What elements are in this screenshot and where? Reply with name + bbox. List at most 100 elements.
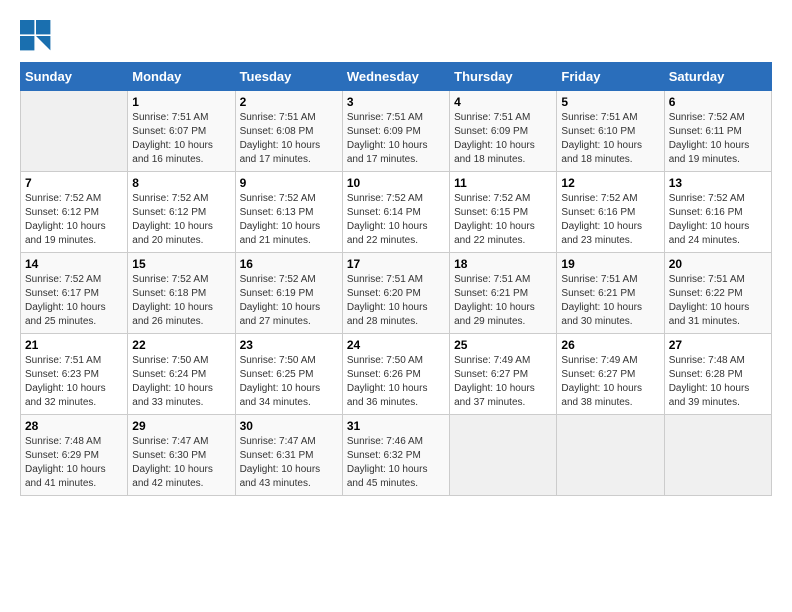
logo-icon <box>20 20 52 52</box>
day-number: 15 <box>132 257 230 271</box>
calendar-cell: 21 Sunrise: 7:51 AMSunset: 6:23 PMDayligh… <box>21 334 128 415</box>
day-info: Sunrise: 7:50 AMSunset: 6:26 PMDaylight:… <box>347 354 445 410</box>
calendar-cell: 12 Sunrise: 7:52 AMSunset: 6:16 PMDayligh… <box>557 172 664 253</box>
day-number: 4 <box>454 95 552 109</box>
calendar-cell: 11 Sunrise: 7:52 AMSunset: 6:15 PMDayligh… <box>450 172 557 253</box>
weekday-header: Monday <box>128 63 235 91</box>
day-info: Sunrise: 7:48 AMSunset: 6:28 PMDaylight:… <box>669 354 767 410</box>
day-number: 27 <box>669 338 767 352</box>
day-number: 20 <box>669 257 767 271</box>
day-number: 25 <box>454 338 552 352</box>
calendar-cell <box>21 91 128 172</box>
day-info: Sunrise: 7:51 AMSunset: 6:20 PMDaylight:… <box>347 273 445 329</box>
day-number: 8 <box>132 176 230 190</box>
day-info: Sunrise: 7:51 AMSunset: 6:10 PMDaylight:… <box>561 111 659 167</box>
day-number: 1 <box>132 95 230 109</box>
calendar-cell: 5 Sunrise: 7:51 AMSunset: 6:10 PMDaylight… <box>557 91 664 172</box>
day-info: Sunrise: 7:47 AMSunset: 6:30 PMDaylight:… <box>132 435 230 491</box>
day-number: 9 <box>240 176 338 190</box>
weekday-header: Friday <box>557 63 664 91</box>
calendar-table: SundayMondayTuesdayWednesdayThursdayFrid… <box>20 62 772 496</box>
calendar-cell: 24 Sunrise: 7:50 AMSunset: 6:26 PMDayligh… <box>342 334 449 415</box>
calendar-cell: 3Sunrise: 7:51 AMSunset: 6:09 PMDaylight… <box>342 91 449 172</box>
day-number: 12 <box>561 176 659 190</box>
calendar-cell: 20 Sunrise: 7:51 AMSunset: 6:22 PMDayligh… <box>664 253 771 334</box>
calendar-cell: 10 Sunrise: 7:52 AMSunset: 6:14 PMDayligh… <box>342 172 449 253</box>
calendar-cell <box>450 415 557 496</box>
day-info: Sunrise: 7:51 AMSunset: 6:09 PMDaylight:… <box>454 111 552 167</box>
day-info: Sunrise: 7:51 AMSunset: 6:22 PMDaylight:… <box>669 273 767 329</box>
calendar-week-row: 14 Sunrise: 7:52 AMSunset: 6:17 PMDayligh… <box>21 253 772 334</box>
calendar-cell: 27 Sunrise: 7:48 AMSunset: 6:28 PMDayligh… <box>664 334 771 415</box>
day-info: Sunrise: 7:52 AMSunset: 6:12 PMDaylight:… <box>25 192 123 248</box>
calendar-cell: 22 Sunrise: 7:50 AMSunset: 6:24 PMDayligh… <box>128 334 235 415</box>
calendar-cell: 30 Sunrise: 7:47 AMSunset: 6:31 PMDayligh… <box>235 415 342 496</box>
calendar-cell: 6Sunrise: 7:52 AMSunset: 6:11 PMDaylight… <box>664 91 771 172</box>
day-info: Sunrise: 7:51 AMSunset: 6:21 PMDaylight:… <box>561 273 659 329</box>
day-info: Sunrise: 7:52 AMSunset: 6:12 PMDaylight:… <box>132 192 230 248</box>
day-info: Sunrise: 7:52 AMSunset: 6:19 PMDaylight:… <box>240 273 338 329</box>
calendar-cell: 14 Sunrise: 7:52 AMSunset: 6:17 PMDayligh… <box>21 253 128 334</box>
calendar-cell: 16Sunrise: 7:52 AMSunset: 6:19 PMDayligh… <box>235 253 342 334</box>
weekday-header: Tuesday <box>235 63 342 91</box>
calendar-week-row: 1 Sunrise: 7:51 AMSunset: 6:07 PMDaylight… <box>21 91 772 172</box>
calendar-week-row: 21 Sunrise: 7:51 AMSunset: 6:23 PMDayligh… <box>21 334 772 415</box>
day-info: Sunrise: 7:47 AMSunset: 6:31 PMDaylight:… <box>240 435 338 491</box>
day-info: Sunrise: 7:49 AMSunset: 6:27 PMDaylight:… <box>561 354 659 410</box>
calendar-cell: 31Sunrise: 7:46 AMSunset: 6:32 PMDayligh… <box>342 415 449 496</box>
day-number: 17 <box>347 257 445 271</box>
day-number: 11 <box>454 176 552 190</box>
day-number: 23 <box>240 338 338 352</box>
weekday-header: Wednesday <box>342 63 449 91</box>
day-info: Sunrise: 7:52 AMSunset: 6:13 PMDaylight:… <box>240 192 338 248</box>
day-number: 26 <box>561 338 659 352</box>
day-info: Sunrise: 7:52 AMSunset: 6:16 PMDaylight:… <box>669 192 767 248</box>
calendar-cell: 13 Sunrise: 7:52 AMSunset: 6:16 PMDayligh… <box>664 172 771 253</box>
day-number: 18 <box>454 257 552 271</box>
day-number: 29 <box>132 419 230 433</box>
calendar-cell: 17 Sunrise: 7:51 AMSunset: 6:20 PMDayligh… <box>342 253 449 334</box>
calendar-week-row: 7 Sunrise: 7:52 AMSunset: 6:12 PMDaylight… <box>21 172 772 253</box>
calendar-cell: 28Sunrise: 7:48 AMSunset: 6:29 PMDayligh… <box>21 415 128 496</box>
calendar-cell: 23Sunrise: 7:50 AMSunset: 6:25 PMDayligh… <box>235 334 342 415</box>
day-number: 30 <box>240 419 338 433</box>
calendar-cell: 1 Sunrise: 7:51 AMSunset: 6:07 PMDaylight… <box>128 91 235 172</box>
day-number: 10 <box>347 176 445 190</box>
day-number: 19 <box>561 257 659 271</box>
calendar-cell: 15Sunrise: 7:52 AMSunset: 6:18 PMDayligh… <box>128 253 235 334</box>
day-info: Sunrise: 7:52 AMSunset: 6:15 PMDaylight:… <box>454 192 552 248</box>
calendar-cell <box>557 415 664 496</box>
day-info: Sunrise: 7:52 AMSunset: 6:17 PMDaylight:… <box>25 273 123 329</box>
calendar-cell: 18 Sunrise: 7:51 AMSunset: 6:21 PMDayligh… <box>450 253 557 334</box>
weekday-header: Thursday <box>450 63 557 91</box>
logo <box>20 20 56 52</box>
calendar-cell: 29 Sunrise: 7:47 AMSunset: 6:30 PMDayligh… <box>128 415 235 496</box>
day-number: 21 <box>25 338 123 352</box>
day-number: 31 <box>347 419 445 433</box>
day-number: 3 <box>347 95 445 109</box>
day-number: 5 <box>561 95 659 109</box>
weekday-header-row: SundayMondayTuesdayWednesdayThursdayFrid… <box>21 63 772 91</box>
day-info: Sunrise: 7:49 AMSunset: 6:27 PMDaylight:… <box>454 354 552 410</box>
calendar-cell: 4 Sunrise: 7:51 AMSunset: 6:09 PMDaylight… <box>450 91 557 172</box>
day-number: 22 <box>132 338 230 352</box>
day-info: Sunrise: 7:48 AMSunset: 6:29 PMDaylight:… <box>25 435 123 491</box>
calendar-cell: 8 Sunrise: 7:52 AMSunset: 6:12 PMDaylight… <box>128 172 235 253</box>
day-number: 13 <box>669 176 767 190</box>
day-number: 7 <box>25 176 123 190</box>
day-info: Sunrise: 7:51 AMSunset: 6:07 PMDaylight:… <box>132 111 230 167</box>
day-info: Sunrise: 7:50 AMSunset: 6:24 PMDaylight:… <box>132 354 230 410</box>
day-info: Sunrise: 7:52 AMSunset: 6:16 PMDaylight:… <box>561 192 659 248</box>
weekday-header: Sunday <box>21 63 128 91</box>
day-number: 2 <box>240 95 338 109</box>
calendar-cell: 19 Sunrise: 7:51 AMSunset: 6:21 PMDayligh… <box>557 253 664 334</box>
day-number: 14 <box>25 257 123 271</box>
day-number: 24 <box>347 338 445 352</box>
calendar-cell: 25 Sunrise: 7:49 AMSunset: 6:27 PMDayligh… <box>450 334 557 415</box>
calendar-cell: 2Sunrise: 7:51 AMSunset: 6:08 PMDaylight… <box>235 91 342 172</box>
day-info: Sunrise: 7:51 AMSunset: 6:23 PMDaylight:… <box>25 354 123 410</box>
day-info: Sunrise: 7:52 AMSunset: 6:14 PMDaylight:… <box>347 192 445 248</box>
day-number: 6 <box>669 95 767 109</box>
page-header <box>20 20 772 52</box>
day-info: Sunrise: 7:51 AMSunset: 6:21 PMDaylight:… <box>454 273 552 329</box>
